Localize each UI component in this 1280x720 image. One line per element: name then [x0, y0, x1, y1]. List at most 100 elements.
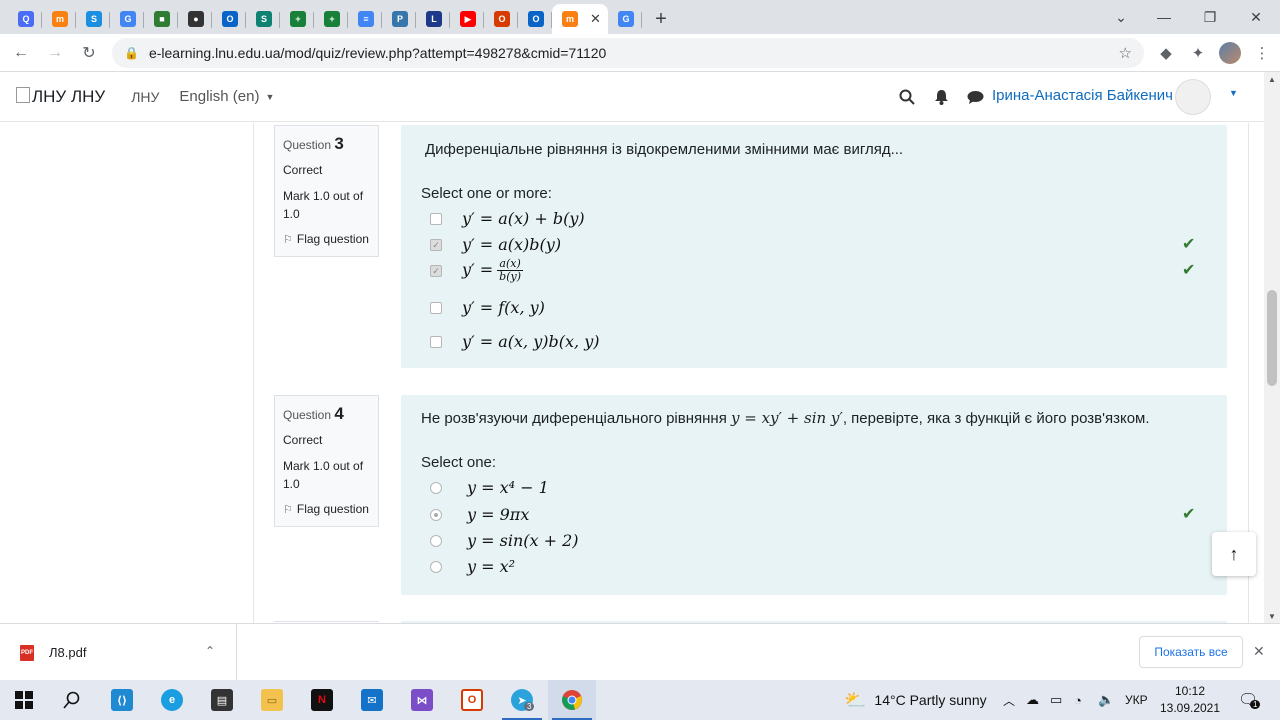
- browser-tab[interactable]: OПо: [212, 4, 246, 34]
- store-icon[interactable]: ▤: [198, 680, 246, 720]
- language-menu[interactable]: English (en) ▼: [179, 88, 274, 105]
- minimize-button[interactable]: —: [1141, 0, 1187, 34]
- weather-widget[interactable]: ⛅ 14°C Partly sunny: [844, 680, 987, 720]
- battery-icon[interactable]: ▭: [1050, 680, 1062, 720]
- notification-center-icon[interactable]: 🗨 1: [1238, 680, 1261, 720]
- browser-tab[interactable]: mЛН: [42, 4, 76, 34]
- volume-icon[interactable]: 🔈: [1098, 680, 1114, 720]
- question-4-content: Не розв'язуючи диференціального рівняння…: [401, 395, 1227, 595]
- flag-question-link[interactable]: ⚐ Flag question: [283, 232, 370, 246]
- system-clock[interactable]: 10:12 13.09.2021: [1155, 683, 1225, 717]
- reload-button[interactable]: ↻: [72, 36, 106, 70]
- notifications-bell-icon[interactable]: [924, 80, 958, 114]
- tab-search-button[interactable]: ⌄: [1098, 0, 1144, 34]
- search-icon: Q: [18, 11, 34, 27]
- back-button[interactable]: ←: [4, 36, 38, 70]
- browser-tab[interactable]: G4 о: [608, 4, 642, 34]
- answer-math-fraction: y′ = a(x) b(y): [462, 257, 523, 283]
- search-icon[interactable]: [890, 80, 924, 114]
- scroll-up-arrow-icon[interactable]: ▲: [1264, 72, 1280, 86]
- extension-icon[interactable]: ◆: [1150, 37, 1182, 69]
- url-text[interactable]: e-learning.lnu.edu.ua/mod/quiz/review.ph…: [149, 45, 1119, 61]
- back-to-top-button[interactable]: ↑: [1212, 532, 1256, 576]
- user-name[interactable]: Ірина-Анастасія Байкенич: [992, 87, 1173, 104]
- browser-tab[interactable]: OПо: [518, 4, 552, 34]
- answer-checkbox-checked[interactable]: ✓: [430, 239, 442, 251]
- taskbar-search-icon[interactable]: [48, 680, 96, 720]
- answer-checkbox[interactable]: [430, 336, 442, 348]
- messages-icon[interactable]: [958, 80, 992, 114]
- tray-overflow-icon[interactable]: ︿: [1003, 680, 1015, 720]
- answer-option: y = 9πx ✔: [401, 502, 1227, 528]
- browser-tab[interactable]: ■Aw: [144, 4, 178, 34]
- site-logo[interactable]: ЛНУ ЛНУ: [16, 86, 105, 107]
- telegram-icon[interactable]: ➤ 3: [498, 680, 546, 720]
- question-4-info: Question 4 Correct Mark 1.0 out of 1.0 ⚐…: [274, 395, 379, 527]
- download-item[interactable]: PDF Л8.pdf ⌃: [0, 624, 237, 681]
- extensions-puzzle-icon[interactable]: ✦: [1182, 37, 1214, 69]
- mail-icon[interactable]: ✉: [348, 680, 396, 720]
- address-bar[interactable]: 🔒 e-learning.lnu.edu.ua/mod/quiz/review.…: [112, 37, 1144, 68]
- browser-tab[interactable]: OДо: [484, 4, 518, 34]
- browser-tab[interactable]: Shtt: [246, 4, 280, 34]
- answer-checkbox[interactable]: [430, 302, 442, 314]
- browser-tab[interactable]: m ✕: [552, 4, 608, 34]
- wifi-icon[interactable]: ◔: [1074, 680, 1082, 720]
- show-all-downloads-button[interactable]: Показать все: [1139, 636, 1243, 668]
- file-explorer-icon[interactable]: ▭: [248, 680, 296, 720]
- answer-math: y = sin(x + 2): [467, 531, 579, 550]
- clock-time: 10:12: [1174, 684, 1206, 698]
- forward-button[interactable]: →: [38, 36, 72, 70]
- browser-tab[interactable]: +ПМ: [314, 4, 348, 34]
- chevron-up-icon[interactable]: ⌃: [205, 644, 215, 658]
- answer-math: y′ = f(x, y): [462, 298, 545, 317]
- pdf-file-icon: PDF: [20, 644, 34, 661]
- page-scrollbar[interactable]: ▲ ▼: [1264, 72, 1280, 623]
- browser-tab[interactable]: QBay: [8, 4, 42, 34]
- browser-tab[interactable]: +ПМ: [280, 4, 314, 34]
- answer-checkbox-checked[interactable]: ✓: [430, 265, 442, 277]
- input-language[interactable]: УКР: [1125, 680, 1148, 720]
- office-icon[interactable]: O: [448, 680, 496, 720]
- browser-tab[interactable]: ▶Be: [450, 4, 484, 34]
- edge-icon[interactable]: e: [148, 680, 196, 720]
- sway-icon: S: [256, 11, 272, 27]
- restore-button[interactable]: ❐: [1187, 0, 1233, 34]
- clock-date: 13.09.2021: [1159, 701, 1221, 715]
- browser-menu-icon[interactable]: ⋮: [1246, 37, 1278, 69]
- netflix-icon[interactable]: N: [298, 680, 346, 720]
- answer-checkbox[interactable]: [430, 213, 442, 225]
- browser-tab[interactable]: GGo: [110, 4, 144, 34]
- chrome-icon[interactable]: [548, 680, 596, 720]
- visual-studio-icon[interactable]: ⋈: [398, 680, 446, 720]
- cloud-icon[interactable]: ☁: [1026, 680, 1039, 720]
- browser-tab[interactable]: PИс: [382, 4, 416, 34]
- answer-radio[interactable]: [430, 561, 442, 573]
- browser-tab[interactable]: Sbe: [76, 4, 110, 34]
- browser-tab[interactable]: ●Ho: [178, 4, 212, 34]
- question-number: Question 4: [283, 404, 344, 423]
- browser-tab[interactable]: LLar: [416, 4, 450, 34]
- github-icon: ●: [188, 11, 204, 27]
- browser-tab[interactable]: ≡Пр: [348, 4, 382, 34]
- question-grade: Mark 1.0 out of 1.0: [283, 189, 364, 221]
- flag-question-link[interactable]: ⚐ Flag question: [283, 502, 370, 516]
- close-window-button[interactable]: ✕: [1233, 0, 1279, 34]
- new-tab-button[interactable]: +: [646, 4, 676, 34]
- windows-start-button[interactable]: [0, 680, 48, 720]
- bookmark-star-icon[interactable]: ☆: [1119, 44, 1132, 62]
- answer-radio[interactable]: [430, 535, 442, 547]
- vscode-icon[interactable]: ⟨⟩: [98, 680, 146, 720]
- answer-radio[interactable]: [430, 482, 442, 494]
- nav-link-home[interactable]: ЛНУ: [131, 89, 159, 105]
- question-text: Не розв'язуючи диференціального рівняння…: [421, 409, 1150, 427]
- user-menu-caret-icon[interactable]: ▼: [1229, 88, 1238, 98]
- profile-button[interactable]: [1214, 37, 1246, 69]
- scroll-down-arrow-icon[interactable]: ▼: [1264, 609, 1280, 623]
- answer-math: y′ = a(x) + b(y): [462, 209, 585, 228]
- close-tab-icon[interactable]: ✕: [590, 11, 601, 27]
- close-download-bar-icon[interactable]: ✕: [1253, 643, 1265, 660]
- answer-radio-selected[interactable]: [430, 509, 442, 521]
- scroll-thumb[interactable]: [1267, 290, 1277, 386]
- user-avatar[interactable]: [1175, 79, 1211, 115]
